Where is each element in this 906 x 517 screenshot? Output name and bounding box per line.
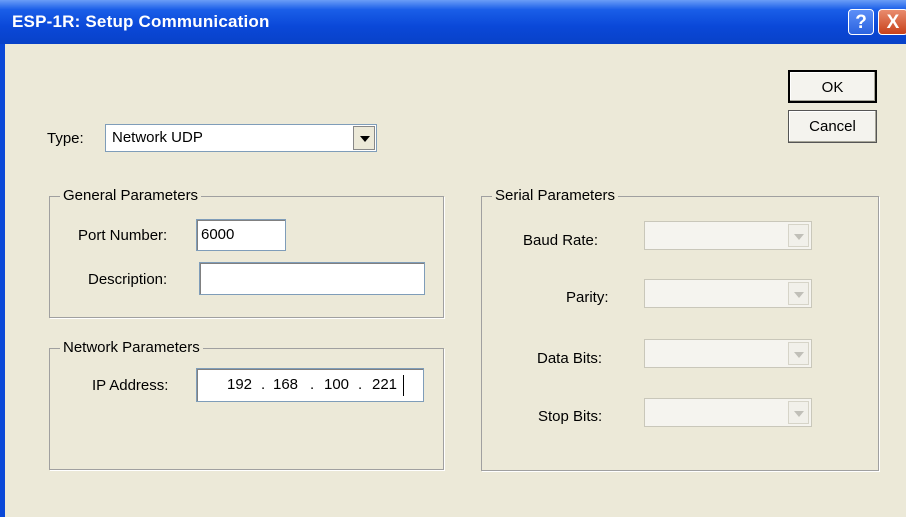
chevron-down-icon <box>794 234 804 240</box>
data-bits-dropdown-button[interactable] <box>788 342 809 365</box>
chevron-down-icon <box>794 352 804 358</box>
ip-dot-1: . <box>261 376 266 393</box>
parity-label: Parity: <box>566 289 609 306</box>
title-bar[interactable]: ESP-1R: Setup Communication ? X <box>0 0 906 44</box>
data-bits-select[interactable] <box>644 339 812 368</box>
chevron-down-icon <box>360 136 370 142</box>
port-number-value: 6000 <box>201 226 235 243</box>
ip-octet-1: 192 <box>227 376 253 393</box>
window-border <box>0 44 5 517</box>
stop-bits-select[interactable] <box>644 398 812 427</box>
ip-octet-4: 221 <box>372 376 398 393</box>
stop-bits-label: Stop Bits: <box>538 408 603 425</box>
parity-select[interactable] <box>644 279 812 308</box>
description-label: Description: <box>88 271 168 288</box>
baud-rate-label: Baud Rate: <box>523 232 599 249</box>
close-icon: X <box>886 12 900 33</box>
close-button[interactable]: X <box>878 9 906 35</box>
serial-parameters-title: Serial Parameters <box>492 187 619 204</box>
network-parameters-group: Network Parameters <box>49 339 444 470</box>
ip-octet-2: 168 <box>273 376 299 393</box>
setup-communication-dialog: ESP-1R: Setup Communication ? X OK Cance… <box>0 0 906 517</box>
general-parameters-title: General Parameters <box>60 187 202 204</box>
ok-button[interactable]: OK <box>788 70 877 103</box>
general-parameters-group: General Parameters <box>49 187 444 318</box>
chevron-down-icon <box>794 292 804 298</box>
stop-bits-dropdown-button[interactable] <box>788 401 809 424</box>
chevron-down-icon <box>794 411 804 417</box>
cancel-button[interactable]: Cancel <box>788 110 877 143</box>
network-parameters-title: Network Parameters <box>60 339 203 356</box>
type-select[interactable]: Network UDP <box>105 124 377 152</box>
type-label: Type: <box>47 130 84 147</box>
type-selected-value: Network UDP <box>112 129 203 146</box>
baud-rate-select[interactable] <box>644 221 812 250</box>
data-bits-label: Data Bits: <box>537 350 603 367</box>
ip-octet-3: 100 <box>324 376 350 393</box>
baud-rate-dropdown-button[interactable] <box>788 224 809 247</box>
question-mark-icon: ? <box>855 12 867 33</box>
ip-address-field[interactable]: 192 . 168 . 100 . 221 <box>196 368 424 402</box>
port-number-field[interactable]: 6000 <box>196 219 286 251</box>
port-number-label: Port Number: <box>78 227 168 244</box>
ip-address-label: IP Address: <box>92 377 169 394</box>
parity-dropdown-button[interactable] <box>788 282 809 305</box>
ip-dot-3: . <box>358 376 363 393</box>
description-field[interactable] <box>199 262 425 295</box>
type-dropdown-button[interactable] <box>353 126 375 150</box>
window-title: ESP-1R: Setup Communication <box>12 12 270 31</box>
ip-dot-2: . <box>310 376 315 393</box>
help-button[interactable]: ? <box>848 9 874 35</box>
text-caret <box>403 375 404 396</box>
